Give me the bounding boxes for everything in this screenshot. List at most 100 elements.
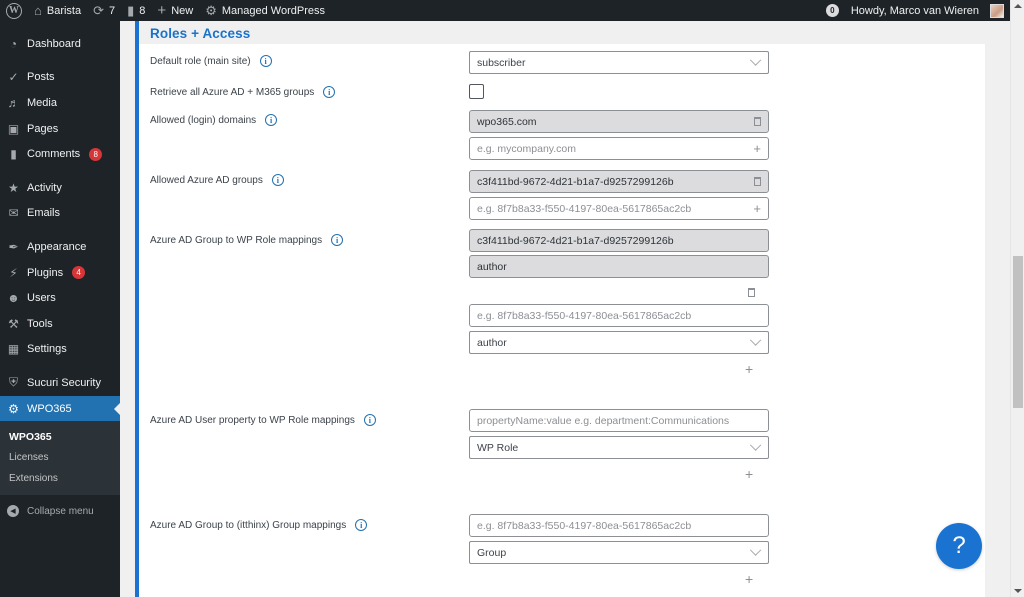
label-text: Default role (main site) — [150, 55, 251, 67]
sidebar-item-label: Posts — [27, 71, 55, 84]
submenu-item-extensions[interactable]: Extensions — [0, 468, 120, 489]
info-icon[interactable]: i — [331, 234, 344, 246]
user-property-mappings-label: Azure AD User property to WP Role mappin… — [150, 414, 376, 426]
submenu-item-wpo365[interactable]: WPO365 — [0, 426, 120, 447]
pin-icon: ✓ — [8, 70, 19, 85]
sidebar-item-posts[interactable]: ✓ Posts — [0, 65, 120, 91]
sidebar-item-sucuri-security[interactable]: ⛨ Sucuri Security — [0, 370, 120, 396]
add-property-mapping-plus-icon[interactable]: + — [745, 467, 753, 481]
managed-wordpress-link[interactable]: ⚙ Managed WordPress — [199, 0, 331, 21]
itthinx-group-input[interactable]: e.g. 8f7b8a33-f550-4197-80ea-5617865ac2c… — [469, 514, 769, 537]
pages-icon: ▣ — [7, 121, 20, 136]
placeholder-text: propertyName:value e.g. department:Commu… — [477, 414, 730, 427]
sidebar-item-label: Appearance — [27, 240, 87, 253]
select-value: subscriber — [477, 56, 526, 69]
new-domain-input[interactable]: e.g. mycompany.com + — [469, 137, 769, 160]
shield-icon: ⛨ — [8, 375, 18, 390]
sidebar-item-label: Tools — [27, 317, 53, 330]
sidebar-item-dashboard[interactable]: ◔ Dashboard — [0, 31, 120, 57]
sidebar-item-pages[interactable]: ▣ Pages — [0, 116, 120, 142]
help-button[interactable]: ? — [936, 523, 982, 569]
sidebar-item-emails[interactable]: ✉ Emails — [0, 201, 120, 227]
notifications-link[interactable]: 0 — [820, 0, 845, 21]
info-icon[interactable]: i — [323, 86, 336, 98]
trash-icon[interactable] — [754, 177, 761, 186]
sidebar-item-label: Activity — [27, 181, 62, 194]
info-icon[interactable]: i — [259, 55, 272, 67]
my-account-link[interactable]: Howdy, Marco van Wieren — [845, 0, 1010, 21]
scroll-up-arrow-icon[interactable] — [1014, 4, 1022, 8]
trash-icon[interactable] — [754, 117, 761, 126]
sidebar-item-label: Plugins — [27, 266, 64, 279]
user-greeting: Howdy, Marco van Wieren — [850, 4, 979, 17]
sidebar-item-settings[interactable]: ▦ Settings — [0, 337, 120, 363]
retrieve-groups-label: Retrieve all Azure AD + M365 groups i — [150, 86, 336, 98]
sidebar-item-tools[interactable]: ⚒ Tools — [0, 311, 120, 337]
label-text: Allowed (login) domains — [150, 114, 257, 126]
info-icon[interactable]: i — [265, 114, 278, 126]
label-text: Azure AD Group to WP Role mappings — [150, 234, 323, 246]
sidebar-item-label: Dashboard — [27, 37, 81, 50]
sidebar-item-media[interactable]: ♬ Media — [0, 90, 120, 116]
itthinx-mappings-label: Azure AD Group to (itthinx) Group mappin… — [150, 519, 368, 531]
sidebar-item-label: WPO365 — [27, 402, 72, 415]
sidebar-item-wpo365[interactable]: ⚙ WPO365 — [0, 395, 120, 422]
sidebar-item-comments[interactable]: ▮ Comments 8 — [0, 141, 120, 167]
wordpress-logo-icon: W — [6, 2, 22, 19]
comment-icon: ▮ — [127, 3, 135, 18]
wp-logo-menu[interactable]: W — [0, 0, 28, 21]
submenu-item-licenses[interactable]: Licenses — [0, 447, 120, 468]
sidebar-item-label: Emails — [27, 207, 61, 220]
new-group-input[interactable]: e.g. 8f7b8a33-f550-4197-80ea-5617865ac2c… — [469, 197, 769, 220]
group-value: c3f411bd-9672-4d21-b1a7-d9257299126b — [477, 175, 674, 188]
label-text: Azure AD Group to (itthinx) Group mappin… — [150, 519, 347, 531]
info-icon[interactable]: i — [355, 519, 368, 531]
plus-icon[interactable]: + — [753, 142, 761, 155]
default-role-select[interactable]: subscriber — [469, 51, 769, 74]
collapse-menu-button[interactable]: ◀ Collapse menu — [0, 497, 120, 525]
info-icon[interactable]: i — [271, 174, 284, 186]
add-mapping-plus-icon[interactable]: + — [745, 362, 753, 376]
wp-role-select[interactable]: WP Role — [469, 436, 769, 459]
sidebar-item-appearance[interactable]: ✒ Appearance — [0, 234, 120, 260]
collapse-arrow-icon: ◀ — [7, 505, 19, 518]
domain-value: wpo365.com — [477, 115, 537, 128]
admin-bar: W ⌂ Barista ⟳ 7 ▮ 8 + New ⚙ Managed WordPress… — [0, 0, 1010, 21]
scroll-down-arrow-icon[interactable] — [1014, 589, 1022, 593]
managed-label: Managed WordPress — [221, 4, 325, 17]
new-content-link[interactable]: + New — [151, 0, 199, 21]
sidebar-item-activity[interactable]: ★ Activity — [0, 175, 120, 201]
placeholder-text: e.g. 8f7b8a33-f550-4197-80ea-5617865ac2c… — [477, 202, 692, 215]
allowed-domains-label: Allowed (login) domains i — [150, 114, 278, 126]
group-role-mappings-label: Azure AD Group to WP Role mappings i — [150, 234, 344, 246]
sidebar-item-users[interactable]: ☻ Users — [0, 285, 120, 311]
page-scrollbar[interactable] — [1010, 0, 1024, 597]
info-icon[interactable]: i — [363, 414, 376, 426]
placeholder-text: e.g. mycompany.com — [477, 142, 577, 155]
property-input[interactable]: propertyName:value e.g. department:Commu… — [469, 409, 769, 432]
admin-sidebar: ◔ Dashboard ✓ Posts ♬ Media ▣ Pages ▮ Comment… — [0, 21, 120, 597]
new-mapping-group-input[interactable]: e.g. 8f7b8a33-f550-4197-80ea-5617865ac2c… — [469, 304, 769, 327]
plus-icon[interactable]: + — [753, 202, 761, 215]
select-value: author — [477, 336, 507, 349]
itthinx-group-select[interactable]: Group — [469, 541, 769, 564]
chevron-down-icon — [749, 334, 762, 346]
scroll-thumb[interactable] — [1013, 256, 1023, 408]
new-mapping-role-select[interactable]: author — [469, 331, 769, 354]
plugins-badge: 4 — [72, 266, 86, 280]
sidebar-item-plugins[interactable]: ⚡ Plugins 4 — [0, 260, 120, 286]
comments-link[interactable]: ▮ 8 — [121, 0, 151, 21]
site-name-link[interactable]: ⌂ Barista — [28, 0, 87, 21]
trash-icon[interactable] — [748, 288, 755, 297]
retrieve-groups-checkbox[interactable] — [469, 84, 484, 99]
dashboard-icon: ◔ — [9, 36, 18, 51]
updates-link[interactable]: ⟳ 7 — [87, 0, 121, 21]
sidebar-item-label: Comments — [27, 148, 81, 161]
brush-icon: ✒ — [8, 239, 19, 254]
chevron-down-icon — [749, 54, 762, 66]
gear-icon: ⚙ — [8, 401, 19, 416]
add-itthinx-mapping-plus-icon[interactable]: + — [745, 572, 753, 586]
sidebar-item-label: Settings — [27, 343, 67, 356]
placeholder-text: e.g. 8f7b8a33-f550-4197-80ea-5617865ac2c… — [477, 519, 692, 532]
comment-icon: ▮ — [10, 147, 17, 162]
